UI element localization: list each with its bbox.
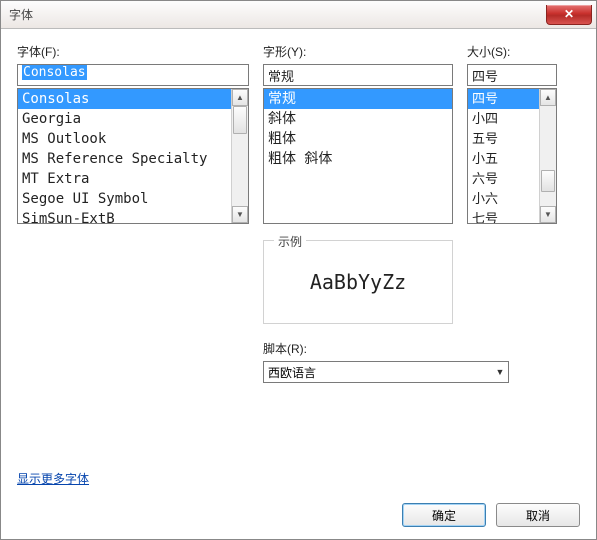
button-row: 确定 取消 <box>402 503 580 527</box>
scroll-up-icon[interactable]: ▲ <box>540 89 556 106</box>
list-item[interactable]: Georgia <box>18 109 231 129</box>
size-label: 大小(S): <box>467 43 557 60</box>
script-label: 脚本(R): <box>263 340 453 357</box>
list-item[interactable]: 六号 <box>468 169 539 189</box>
list-item[interactable]: 小六 <box>468 189 539 209</box>
size-listbox[interactable]: 四号小四五号小五六号小六七号 ▲ ▼ <box>467 88 557 224</box>
style-label: 字形(Y): <box>263 43 453 60</box>
sample-group: 示例 AaBbYyZz <box>263 240 453 324</box>
list-item[interactable]: 粗体 <box>264 129 452 149</box>
script-row: 脚本(R): 西欧语言 ▼ <box>263 340 453 383</box>
list-item[interactable]: 四号 <box>468 89 539 109</box>
font-input[interactable]: Consolas <box>17 64 249 86</box>
list-item[interactable]: 小四 <box>468 109 539 129</box>
font-listbox[interactable]: ConsolasGeorgiaMS OutlookMS Reference Sp… <box>17 88 249 224</box>
list-item[interactable]: MS Reference Specialty <box>18 149 231 169</box>
list-item[interactable]: 七号 <box>468 209 539 223</box>
list-item[interactable]: 小五 <box>468 149 539 169</box>
font-scrollbar[interactable]: ▲ ▼ <box>231 89 248 223</box>
font-label: 字体(F): <box>17 43 249 60</box>
script-value: 西欧语言 <box>268 364 316 381</box>
scroll-up-icon[interactable]: ▲ <box>232 89 248 106</box>
list-item[interactable]: Consolas <box>18 89 231 109</box>
sample-text: AaBbYyZz <box>310 270 406 294</box>
size-scrollbar[interactable]: ▲ ▼ <box>539 89 556 223</box>
list-item[interactable]: 粗体 斜体 <box>264 149 452 169</box>
list-item[interactable]: SimSun-ExtB <box>18 209 231 223</box>
sample-label: 示例 <box>274 233 306 250</box>
font-dialog: 字体 ✕ 字体(F): Consolas ConsolasGeorgiaMS O… <box>0 0 597 540</box>
scroll-down-icon[interactable]: ▼ <box>540 206 556 223</box>
size-input[interactable] <box>467 64 557 86</box>
style-column: 字形(Y): 常规斜体粗体粗体 斜体 示例 AaBbYyZz 脚本(R): 西欧… <box>263 43 453 383</box>
titlebar: 字体 ✕ <box>1 1 596 29</box>
dialog-body: 字体(F): Consolas ConsolasGeorgiaMS Outloo… <box>1 29 596 539</box>
cancel-button[interactable]: 取消 <box>496 503 580 527</box>
close-icon: ✕ <box>564 7 574 21</box>
list-item[interactable]: MT Extra <box>18 169 231 189</box>
font-column: 字体(F): Consolas ConsolasGeorgiaMS Outloo… <box>17 43 249 383</box>
list-item[interactable]: MS Outlook <box>18 129 231 149</box>
style-input[interactable] <box>263 64 453 86</box>
size-column: 大小(S): 四号小四五号小五六号小六七号 ▲ ▼ <box>467 43 557 383</box>
window-title: 字体 <box>9 6 33 23</box>
more-fonts-link[interactable]: 显示更多字体 <box>17 470 89 487</box>
list-item[interactable]: Segoe UI Symbol <box>18 189 231 209</box>
list-item[interactable]: 斜体 <box>264 109 452 129</box>
list-item[interactable]: 五号 <box>468 129 539 149</box>
close-button[interactable]: ✕ <box>546 5 592 25</box>
ok-button[interactable]: 确定 <box>402 503 486 527</box>
style-listbox[interactable]: 常规斜体粗体粗体 斜体 <box>263 88 453 224</box>
scroll-down-icon[interactable]: ▼ <box>232 206 248 223</box>
list-item[interactable]: 常规 <box>264 89 452 109</box>
